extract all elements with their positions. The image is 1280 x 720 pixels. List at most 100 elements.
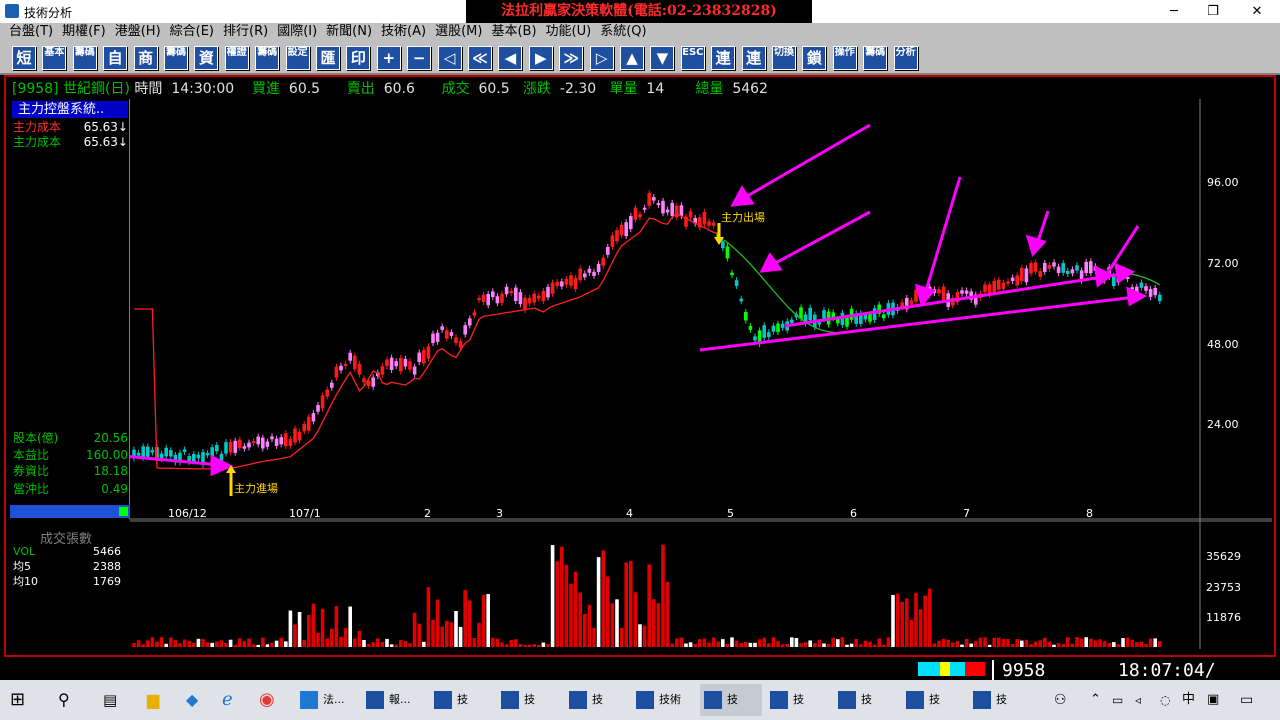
- toolbar-button[interactable]: ◁: [437, 46, 462, 70]
- clock-icon[interactable]: ▣: [1207, 684, 1219, 716]
- volume-bar: [583, 613, 587, 647]
- toolbar-button[interactable]: 鎖: [802, 46, 827, 70]
- chart-app-icon: [434, 691, 452, 709]
- toolbar-button[interactable]: 基本: [42, 46, 67, 70]
- toolbar-button[interactable]: 分析: [893, 46, 918, 70]
- taskbar-app-button[interactable]: 法...: [296, 684, 358, 716]
- toolbar-button[interactable]: ▶: [528, 46, 553, 70]
- volume-bar: [670, 643, 674, 647]
- menu-item[interactable]: 基本(B): [491, 23, 536, 41]
- app-icon[interactable]: ◆: [186, 684, 198, 716]
- volume-icon[interactable]: ◃: [1135, 684, 1141, 716]
- toolbar-button[interactable]: 籌碼: [72, 46, 97, 70]
- panel-scroll-thumb[interactable]: [119, 507, 128, 516]
- network-icon[interactable]: ▭: [1112, 684, 1123, 716]
- toolbar-button[interactable]: +: [376, 46, 401, 70]
- file-explorer-icon[interactable]: ▆: [147, 684, 159, 716]
- candle-body: [541, 290, 546, 302]
- start-button[interactable]: ⊞: [10, 684, 25, 716]
- task-view-icon[interactable]: ▤: [103, 684, 117, 716]
- menu-item[interactable]: 台盤(T): [9, 23, 53, 41]
- menu-item[interactable]: 技術(A): [381, 23, 426, 41]
- toolbar-button[interactable]: 設定: [285, 46, 310, 70]
- volume-value: 5466: [93, 545, 121, 558]
- toolbar-button[interactable]: 權證: [224, 46, 249, 70]
- toolbar-button[interactable]: −: [407, 46, 432, 70]
- volume-bar: [560, 546, 564, 647]
- toolbar-button[interactable]: 籌碼: [863, 46, 888, 70]
- search-icon[interactable]: ⚲: [58, 684, 70, 716]
- candle-body: [619, 224, 624, 236]
- taskbar-app-button[interactable]: 報...: [362, 684, 424, 716]
- taskbar-app-button[interactable]: 技: [766, 684, 828, 716]
- toolbar-button[interactable]: 連: [711, 46, 736, 70]
- chrome-icon[interactable]: ◉: [259, 684, 275, 716]
- taskbar-app-button[interactable]: 技術: [632, 684, 694, 716]
- toolbar-button[interactable]: 連: [741, 46, 766, 70]
- volume-bar: [288, 610, 293, 647]
- taskbar-app-button[interactable]: 技: [497, 684, 559, 716]
- taskbar-app-button[interactable]: 技: [969, 684, 1031, 716]
- candle-body: [353, 355, 357, 370]
- price-chart[interactable]: 主力進場 主力出場: [130, 99, 1272, 649]
- price-tick: 48.00: [1207, 338, 1239, 351]
- ask-value: 60.6: [383, 81, 415, 97]
- toolbar-button[interactable]: ◀: [498, 46, 523, 70]
- panel-scroll-bar[interactable]: [10, 505, 130, 518]
- people-icon[interactable]: ⚇: [1054, 684, 1067, 716]
- menu-item[interactable]: 選股(M): [435, 23, 482, 41]
- toolbar-button[interactable]: 自: [103, 46, 128, 70]
- menu-item[interactable]: 綜合(E): [170, 23, 214, 41]
- menu-item[interactable]: 期權(F): [62, 23, 106, 41]
- tray-chevron-icon[interactable]: ⌃: [1090, 684, 1101, 716]
- candle-body: [330, 382, 334, 388]
- candle-body: [863, 314, 868, 320]
- volume-bar: [744, 642, 748, 647]
- toolbar-button[interactable]: 短: [12, 46, 36, 70]
- volume-bar: [776, 641, 780, 647]
- taskbar-app-button[interactable]: 技: [700, 684, 762, 716]
- candle-body: [1153, 287, 1157, 296]
- maximize-button[interactable]: ❐: [1190, 0, 1236, 23]
- taskbar-app-button[interactable]: 技: [565, 684, 627, 716]
- ime-icon[interactable]: ◌: [1160, 684, 1170, 716]
- toolbar-button[interactable]: 切換: [772, 46, 796, 70]
- toolbar-button[interactable]: 匯: [316, 46, 340, 70]
- candle-body: [417, 352, 421, 363]
- close-button[interactable]: ✕: [1234, 0, 1280, 23]
- toolbar-button[interactable]: ESC: [680, 46, 705, 70]
- notification-icon[interactable]: ▭: [1240, 684, 1253, 716]
- x-tick: 2: [424, 507, 431, 520]
- ime-language[interactable]: 中: [1182, 684, 1195, 716]
- menu-item[interactable]: 港盤(H): [115, 23, 161, 41]
- toolbar-button[interactable]: ▼: [650, 46, 675, 70]
- toolbar-button[interactable]: 資: [194, 46, 219, 70]
- bid-label: 買進: [252, 81, 281, 97]
- menu-item[interactable]: 功能(U): [546, 23, 592, 41]
- taskbar-app-button[interactable]: 技: [430, 684, 492, 716]
- toolbar-button[interactable]: 籌碼: [164, 46, 188, 70]
- volume-bar: [831, 637, 835, 647]
- toolbar-button[interactable]: 操作: [832, 46, 857, 70]
- toolbar-button[interactable]: ▲: [620, 46, 644, 70]
- panel-title[interactable]: 主力控盤系統..: [12, 101, 128, 118]
- volume-bar: [431, 619, 435, 647]
- toolbar-button[interactable]: ≪: [468, 46, 492, 70]
- menu-item[interactable]: 新聞(N): [326, 23, 372, 41]
- volume-bar: [905, 598, 909, 647]
- toolbar-button[interactable]: ▷: [589, 46, 614, 70]
- toolbar-button[interactable]: 印: [346, 46, 371, 70]
- toolbar-button[interactable]: 商: [133, 46, 158, 70]
- taskbar-app-button[interactable]: 技: [902, 684, 964, 716]
- candle-body: [293, 428, 297, 443]
- volume-bar: [215, 641, 219, 647]
- menu-item[interactable]: 系統(Q): [600, 23, 646, 41]
- menu-item[interactable]: 國際(I): [277, 23, 317, 41]
- edge-icon[interactable]: ℯ: [222, 684, 233, 716]
- toolbar-button[interactable]: 籌碼: [255, 46, 280, 70]
- candle-body: [546, 286, 550, 298]
- taskbar-app-button[interactable]: 技: [834, 684, 896, 716]
- volume-bar: [1139, 641, 1144, 647]
- toolbar-button[interactable]: ≫: [559, 46, 584, 70]
- menu-item[interactable]: 排行(R): [223, 23, 268, 41]
